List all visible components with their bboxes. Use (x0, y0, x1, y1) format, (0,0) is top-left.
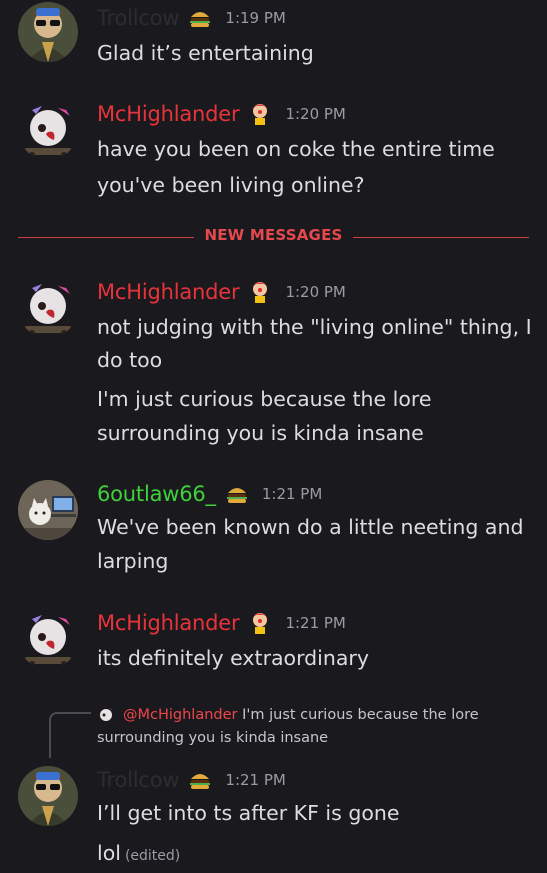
message-text: not judging with the "living online" thi… (97, 315, 532, 339)
timestamp[interactable]: 1:20 PM (285, 105, 345, 123)
author-name[interactable]: Trollcow (97, 768, 180, 792)
reply-line-2: surrounding you is kinda insane (97, 730, 329, 746)
reply-line-1: @McHighlander I'm just curious because t… (97, 704, 479, 727)
mchighlander-avatar-icon (18, 100, 78, 160)
mchighlander-avatar-icon (18, 609, 78, 669)
message-text: lol (97, 841, 121, 865)
timestamp[interactable]: 1:21 PM (285, 614, 345, 632)
outlaw-avatar-icon (18, 480, 78, 540)
message-header: Trollcow 1:19 PM (97, 6, 286, 30)
message-text: Glad it’s entertaining (97, 41, 314, 65)
avatar[interactable] (18, 278, 78, 338)
new-messages-divider: NEW MESSAGES (18, 226, 529, 248)
chat-log: Trollcow 1:19 PM Glad it’s entertaining … (0, 0, 547, 872)
message-text: you've been living online? (97, 173, 365, 197)
message-text: larping (97, 549, 169, 573)
message-text: have you been on coke the entire time (97, 137, 495, 161)
message-text: I’ll get into ts after KF is gone (97, 801, 400, 825)
message-header: McHighlander 1:20 PM (97, 102, 346, 126)
new-messages-label: NEW MESSAGES (204, 226, 343, 244)
timestamp[interactable]: 1:21 PM (262, 485, 322, 503)
message-text: We've been known do a little neeting and (97, 515, 524, 539)
clown-icon (248, 102, 272, 126)
reply-connector (49, 712, 91, 758)
clown-icon (248, 280, 272, 304)
avatar[interactable] (18, 766, 78, 826)
author-name[interactable]: Trollcow (97, 6, 180, 30)
message-text: do too (97, 348, 163, 372)
author-name[interactable]: McHighlander (97, 102, 240, 126)
trollcow-avatar-icon (18, 766, 78, 826)
message-header: 6outlaw66_ 1:21 PM (97, 482, 322, 506)
avatar[interactable] (18, 609, 78, 669)
avatar[interactable] (18, 480, 78, 540)
mchighlander-avatar-icon (18, 278, 78, 338)
message-text: I'm just curious because the lore (97, 387, 432, 411)
burger-icon (188, 768, 212, 792)
trollcow-avatar-icon (18, 2, 78, 62)
timestamp[interactable]: 1:19 PM (225, 9, 285, 27)
avatar[interactable] (18, 2, 78, 62)
message-header: McHighlander 1:21 PM (97, 611, 346, 635)
author-name[interactable]: McHighlander (97, 280, 240, 304)
author-name[interactable]: McHighlander (97, 611, 240, 635)
reply-preview[interactable]: @McHighlander I'm just curious because t… (97, 704, 479, 750)
avatar[interactable] (18, 100, 78, 160)
timestamp[interactable]: 1:20 PM (285, 283, 345, 301)
divider-rule-right (353, 237, 529, 238)
reply-mention[interactable]: @McHighlander (123, 707, 238, 723)
message-header: McHighlander 1:20 PM (97, 280, 346, 304)
message-text: its definitely extraordinary (97, 646, 369, 670)
message-text: surrounding you is kinda insane (97, 421, 424, 445)
reply-text: I'm just curious because the lore (242, 707, 479, 723)
message-text-last: lol (edited) (97, 836, 529, 873)
edited-label: (edited) (124, 848, 181, 864)
timestamp[interactable]: 1:21 PM (225, 771, 285, 789)
burger-icon (188, 6, 212, 30)
message-header: Trollcow 1:21 PM (97, 768, 286, 792)
clown-icon (248, 611, 272, 635)
author-name[interactable]: 6outlaw66_ (97, 482, 216, 506)
burger-icon (225, 482, 249, 506)
